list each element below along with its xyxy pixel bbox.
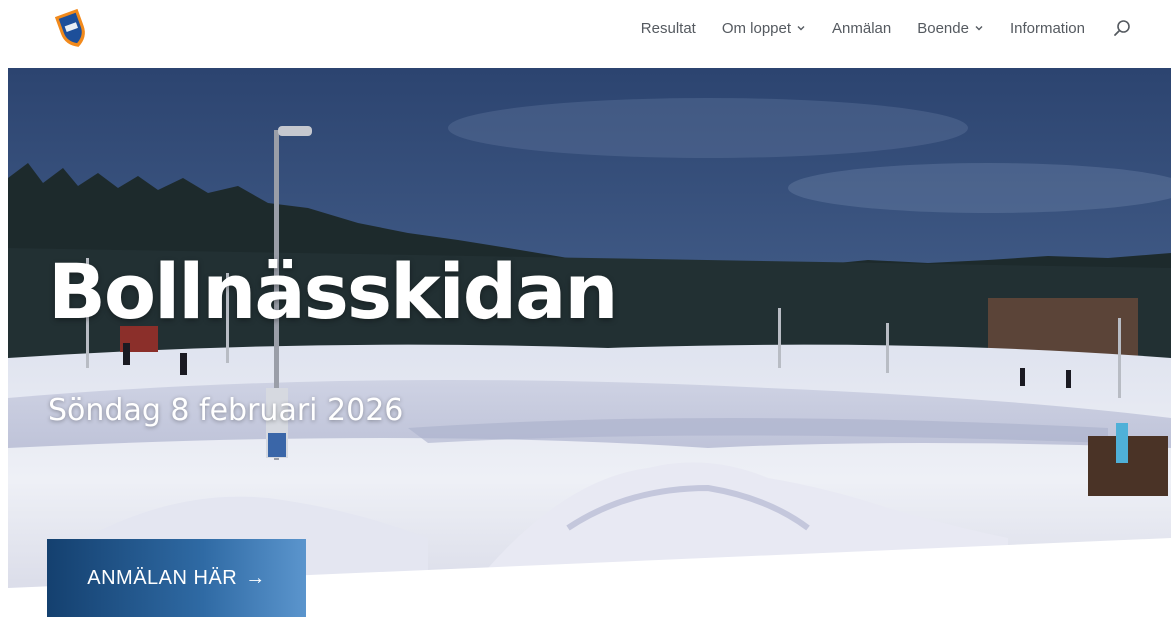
main-nav: Resultat Om loppet Anmälan Boende Inform… — [641, 0, 1131, 56]
chevron-down-icon — [975, 26, 983, 31]
nav-item-label: Anmälan — [832, 19, 892, 37]
nav-item-label: Om loppet — [721, 19, 792, 37]
nav-item-om-loppet[interactable]: Om loppet — [722, 20, 806, 37]
cta-label: ANMÄLAN HÄR — [87, 566, 238, 589]
nav-item-label: Boende — [917, 19, 969, 37]
club-logo-icon[interactable] — [54, 8, 90, 50]
register-cta-button[interactable]: ANMÄLAN HÄR → — [47, 539, 306, 617]
hero-background-image — [8, 68, 1171, 617]
arrow-right-icon: → — [245, 566, 266, 589]
nav-item-label: Information — [1009, 19, 1085, 37]
hero-title: Bollnässkidan — [48, 247, 618, 336]
hero-section: Bollnässkidan Söndag 8 februari 2026 — [8, 68, 1171, 617]
search-icon[interactable] — [1113, 19, 1131, 37]
nav-item-information[interactable]: Information — [1010, 20, 1085, 37]
nav-item-label: Resultat — [640, 19, 696, 37]
nav-item-boende[interactable]: Boende — [917, 20, 984, 37]
hero-date: Söndag 8 februari 2026 — [48, 393, 404, 428]
chevron-down-icon — [797, 26, 805, 31]
nav-item-resultat[interactable]: Resultat — [641, 20, 696, 37]
site-header: Resultat Om loppet Anmälan Boende Inform… — [0, 0, 1171, 68]
nav-item-anmalan[interactable]: Anmälan — [832, 20, 891, 37]
page: Resultat Om loppet Anmälan Boende Inform… — [0, 0, 1171, 617]
